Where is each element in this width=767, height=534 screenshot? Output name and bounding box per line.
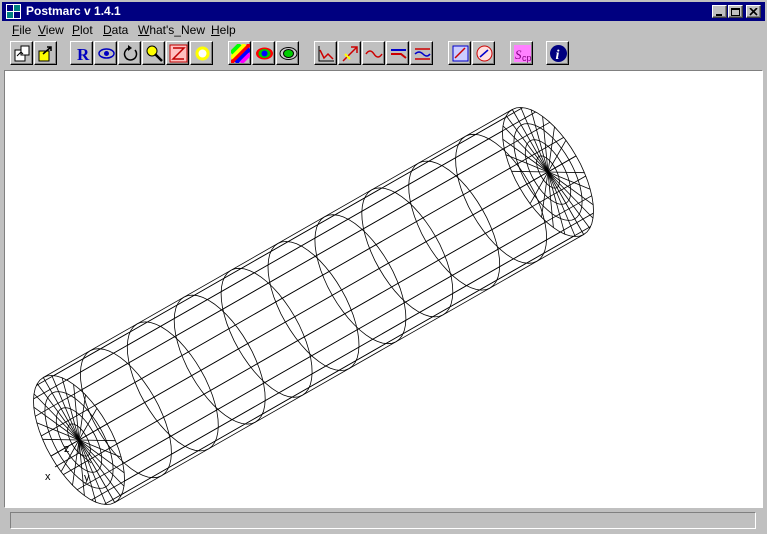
- info-icon: i: [550, 45, 567, 63]
- circle-plot-button[interactable]: [472, 41, 495, 65]
- z-icon: [169, 44, 188, 63]
- circle-button[interactable]: [190, 41, 213, 65]
- mesh-longitude: [36, 117, 506, 386]
- zoom-icon: [146, 45, 163, 62]
- status-bar: [10, 512, 756, 529]
- ellipse-button[interactable]: [276, 41, 299, 65]
- svg-text:S: S: [515, 47, 522, 62]
- menu-help[interactable]: Help: [211, 23, 236, 37]
- main-window: Postmarc v 1.4.1 File View Plot Data Wha…: [0, 0, 767, 534]
- circle-icon: [195, 46, 210, 61]
- axis-label-x: x: [45, 471, 51, 483]
- rainbow-button[interactable]: [228, 41, 251, 65]
- open-button[interactable]: [10, 41, 33, 65]
- menu-whats-new[interactable]: What's_New: [138, 23, 205, 37]
- menu-bar: File View Plot Data What's_New Help: [2, 22, 765, 38]
- scp-button[interactable]: Scp: [510, 41, 533, 65]
- mesh-longitude: [41, 167, 511, 437]
- title-bar[interactable]: Postmarc v 1.4.1: [2, 2, 765, 21]
- window-title: Postmarc v 1.4.1: [26, 4, 121, 18]
- zoom-button[interactable]: [142, 41, 165, 65]
- mesh-longitude: [104, 236, 574, 505]
- color-ellipse-button[interactable]: [252, 41, 275, 65]
- axis-label-z: z: [64, 443, 70, 455]
- r-icon: R: [77, 45, 90, 63]
- export-button[interactable]: [34, 41, 57, 65]
- circle-plot-icon: [476, 45, 493, 62]
- contour-button[interactable]: [386, 41, 409, 65]
- menu-data[interactable]: Data: [103, 23, 128, 37]
- colored-ellipse-icon: [256, 47, 273, 60]
- close-button[interactable]: [746, 5, 761, 18]
- plot-graph-icon: [318, 46, 334, 62]
- plot-canvas[interactable]: z x y: [4, 70, 763, 508]
- maximize-icon: [731, 8, 740, 16]
- rainbow-icon: [231, 44, 250, 63]
- svg-text:R: R: [77, 45, 90, 63]
- mesh-longitude: [63, 206, 533, 475]
- mesh-longitude: [91, 231, 561, 501]
- contour-icon: [391, 49, 407, 59]
- axis-label-y: y: [84, 472, 90, 484]
- svg-text:cp: cp: [522, 53, 532, 63]
- box-plot-button[interactable]: [448, 41, 471, 65]
- menu-view[interactable]: View: [38, 23, 64, 37]
- ellipse-outline-icon: [279, 47, 298, 60]
- menu-file[interactable]: File: [12, 23, 31, 37]
- plot-graph-button[interactable]: [314, 41, 337, 65]
- export-icon: [38, 46, 52, 62]
- eye-icon: [98, 48, 115, 59]
- mesh-longitude: [43, 109, 513, 378]
- app-icon: [6, 4, 21, 19]
- maximize-button[interactable]: [728, 5, 743, 18]
- toolbar: R S cp i: [2, 39, 765, 69]
- z-button[interactable]: [166, 41, 189, 65]
- reset-button[interactable]: R: [70, 41, 93, 65]
- multi-wave-icon: [414, 48, 431, 60]
- view-button[interactable]: [94, 41, 117, 65]
- arrow-plot-icon: [342, 46, 358, 62]
- svg-text:i: i: [556, 48, 560, 63]
- cylinder-wireframe: [33, 107, 594, 505]
- rotate-button[interactable]: [118, 41, 141, 65]
- wave-button[interactable]: [362, 41, 385, 65]
- minimize-icon: [716, 14, 722, 16]
- mesh-longitude: [35, 147, 505, 417]
- mesh-longitude: [50, 187, 521, 457]
- box-plot-icon: [452, 45, 469, 62]
- mesh-longitude: [33, 130, 503, 400]
- wave-icon: [365, 50, 383, 58]
- minimize-button[interactable]: [712, 5, 727, 18]
- close-icon: [749, 8, 758, 16]
- mesh-longitude: [77, 221, 547, 491]
- rotate-icon: [123, 45, 138, 61]
- scp-icon: Scp: [514, 45, 532, 63]
- menu-plot[interactable]: Plot: [72, 23, 93, 37]
- arrow-plot-button[interactable]: [338, 41, 361, 65]
- open-file-icon: [14, 45, 30, 62]
- info-button[interactable]: i: [546, 41, 569, 65]
- multi-wave-button[interactable]: [410, 41, 433, 65]
- mesh-longitude: [114, 234, 584, 503]
